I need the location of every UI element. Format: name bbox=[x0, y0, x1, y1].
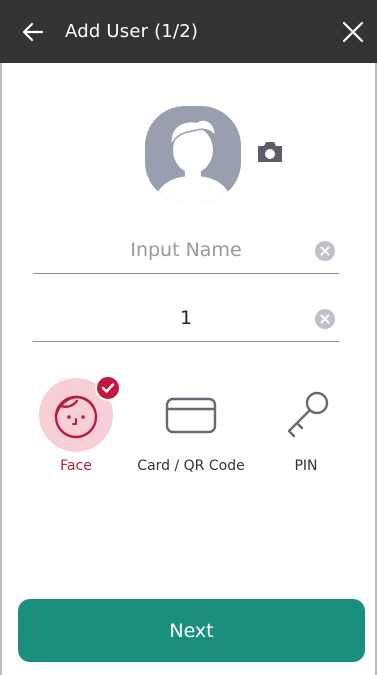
method-label-face: Face bbox=[60, 458, 92, 474]
clear-id-button[interactable] bbox=[315, 309, 335, 329]
name-field bbox=[33, 227, 339, 274]
id-input[interactable] bbox=[33, 295, 339, 341]
method-label-card: Card / QR Code bbox=[137, 458, 245, 474]
id-field bbox=[33, 295, 339, 342]
card-icon bbox=[165, 397, 217, 434]
card-icon-wrap bbox=[154, 378, 228, 452]
app-header: Add User (1/2) bbox=[0, 0, 377, 63]
back-button[interactable] bbox=[20, 19, 46, 45]
auth-method-card[interactable]: Card / QR Code bbox=[131, 378, 251, 474]
arrow-left-icon bbox=[22, 22, 44, 42]
selected-badge bbox=[95, 375, 121, 401]
user-avatar[interactable] bbox=[145, 106, 241, 202]
method-label-pin: PIN bbox=[294, 458, 318, 474]
page-title: Add User (1/2) bbox=[65, 21, 199, 42]
name-input[interactable] bbox=[33, 227, 339, 273]
camera-button[interactable] bbox=[255, 139, 285, 165]
camera-icon bbox=[258, 142, 282, 162]
next-button[interactable]: Next bbox=[18, 599, 365, 662]
auth-method-pin[interactable]: PIN bbox=[246, 378, 366, 474]
auth-method-face[interactable]: Face bbox=[16, 375, 136, 474]
clear-name-button[interactable] bbox=[315, 241, 335, 261]
clear-circle-icon bbox=[320, 246, 330, 256]
pin-icon-wrap bbox=[269, 378, 343, 452]
close-icon bbox=[342, 21, 364, 43]
key-icon bbox=[287, 391, 329, 438]
check-badge-icon bbox=[101, 383, 115, 393]
clear-circle-icon bbox=[320, 314, 330, 324]
close-button[interactable] bbox=[342, 21, 364, 43]
user-avatar-icon bbox=[145, 106, 241, 202]
face-icon-wrap bbox=[39, 375, 121, 452]
